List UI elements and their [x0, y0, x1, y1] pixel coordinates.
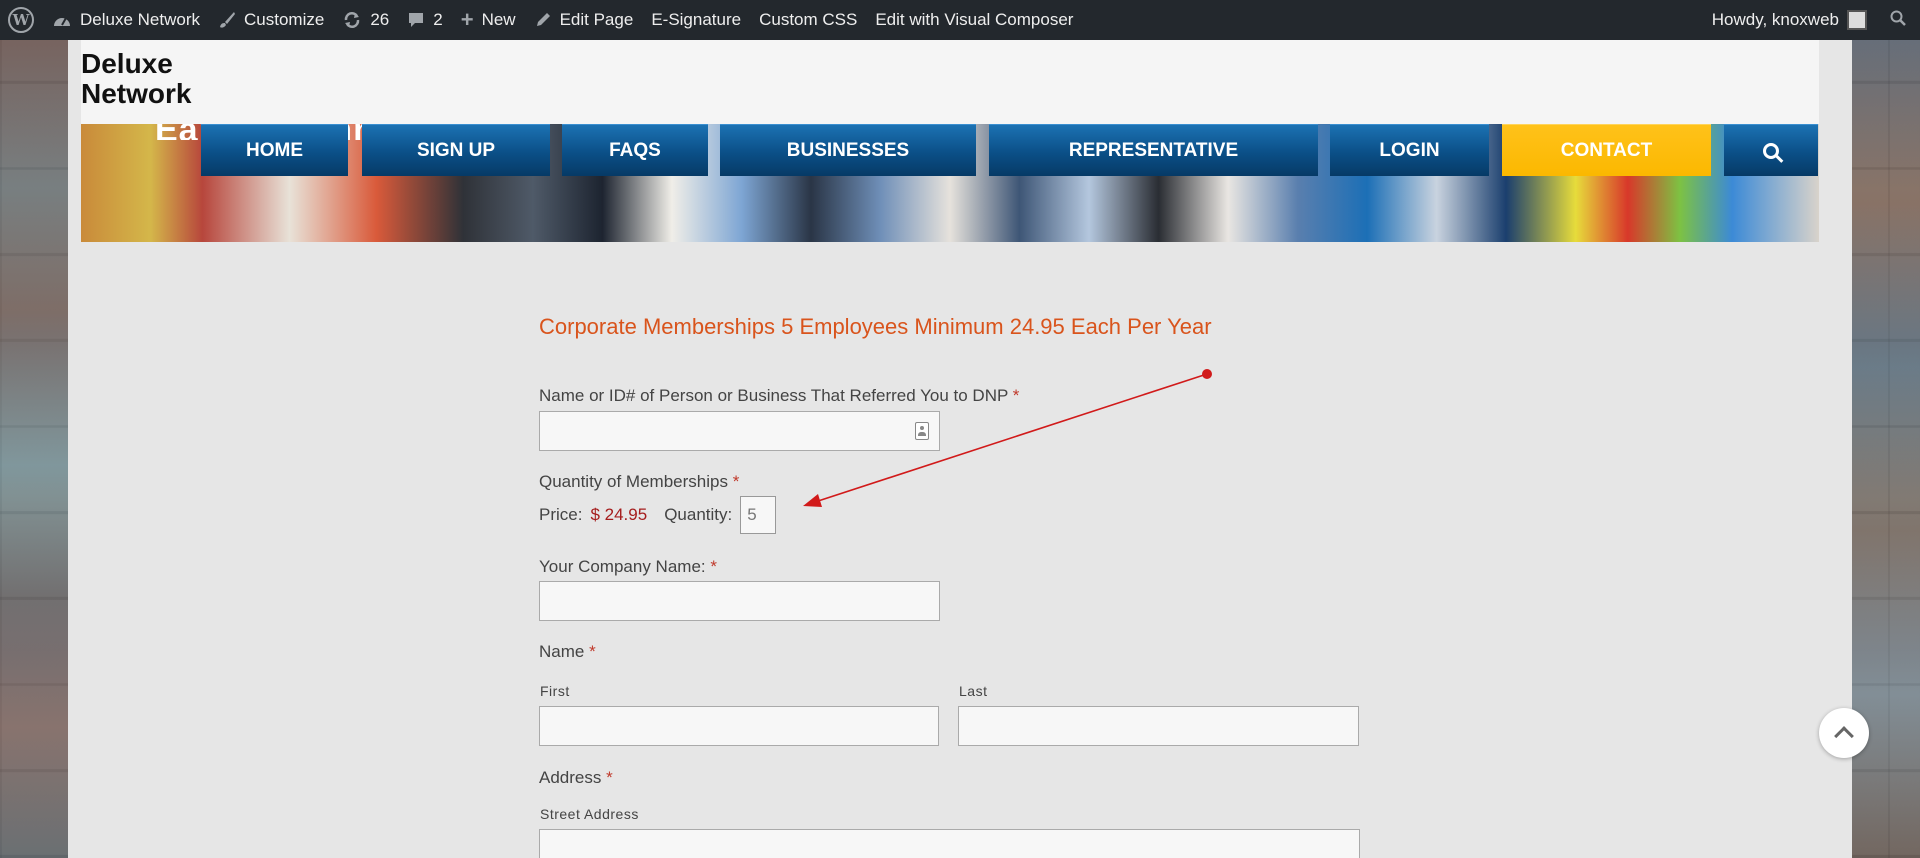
company-label: Your Company Name: *: [539, 557, 717, 577]
required-marker: *: [606, 768, 613, 787]
site-name-menu[interactable]: Deluxe Network: [43, 0, 209, 40]
required-marker: *: [1012, 386, 1020, 405]
quantity-input[interactable]: 5: [740, 496, 777, 534]
quantity-label: Quantity of Memberships *: [539, 472, 739, 492]
updates-link[interactable]: 26: [333, 0, 398, 40]
quantity-text: Quantity:: [664, 505, 733, 524]
last-name-sublabel: Last: [959, 683, 988, 699]
street-address-input[interactable]: [539, 829, 1360, 858]
custom-css-label: Custom CSS: [759, 10, 858, 29]
referrer-input[interactable]: [539, 411, 940, 451]
company-label-text: Your Company Name:: [539, 557, 706, 576]
contact-card-icon: [915, 422, 929, 440]
site-title[interactable]: Deluxe Network: [81, 49, 221, 109]
nav-search-button[interactable]: [1724, 124, 1818, 176]
wordpress-icon: W: [8, 7, 34, 33]
admin-search[interactable]: [1876, 0, 1920, 40]
first-name-sublabel: First: [540, 683, 570, 699]
address-label: Address *: [539, 768, 613, 788]
visual-composer-label: Edit with Visual Composer: [875, 10, 1074, 29]
name-label-text: Name: [539, 642, 585, 661]
chevron-up-icon: [1834, 726, 1854, 746]
logo-area: Deluxe Network: [81, 40, 1819, 124]
comments-count: 2: [433, 10, 443, 29]
required-marker: *: [732, 472, 740, 491]
site-name-label: Deluxe Network: [80, 10, 200, 29]
nav-home[interactable]: HOME: [201, 124, 348, 176]
form-title: Corporate Memberships 5 Employees Minimu…: [539, 314, 1212, 339]
wp-logo-menu[interactable]: W: [0, 0, 43, 40]
howdy-label: Howdy, knoxweb: [1711, 10, 1839, 29]
brush-icon: [218, 11, 236, 29]
referrer-label: Name or ID# of Person or Business That R…: [539, 386, 1019, 406]
nav-contact[interactable]: CONTACT: [1502, 124, 1711, 176]
admin-bar: W Deluxe Network Customize 26 2 + New Ed…: [0, 0, 1920, 40]
esignature-label: E-Signature: [651, 10, 742, 29]
site-title-line1: Deluxe: [81, 48, 173, 79]
my-account-menu[interactable]: Howdy, knoxweb: [1703, 0, 1876, 40]
price-label: Price:: [539, 505, 583, 524]
quantity-label-text: Quantity of Memberships: [539, 472, 728, 491]
search-icon: [1763, 142, 1779, 159]
nav-sign-up[interactable]: SIGN UP: [362, 124, 550, 176]
nav-login[interactable]: LOGIN: [1330, 124, 1489, 176]
esignature-link[interactable]: E-Signature: [642, 0, 750, 40]
price-value: $ 24.95: [590, 505, 648, 524]
custom-css-link[interactable]: Custom CSS: [750, 0, 866, 40]
street-address-sublabel: Street Address: [540, 806, 639, 822]
plus-icon: +: [460, 7, 474, 32]
nav-faqs[interactable]: FAQS: [562, 124, 708, 176]
required-marker: *: [589, 642, 596, 661]
search-icon: [1890, 10, 1906, 31]
customize-label: Customize: [244, 10, 325, 29]
company-input[interactable]: [539, 581, 940, 621]
visual-composer-link[interactable]: Edit with Visual Composer: [866, 0, 1082, 40]
name-label: Name *: [539, 642, 596, 662]
referrer-label-text: Name or ID# of Person or Business That R…: [539, 386, 1009, 405]
nav-businesses[interactable]: BUSINESSES: [720, 124, 976, 176]
edit-page-link[interactable]: Edit Page: [525, 0, 643, 40]
new-content-menu[interactable]: + New: [452, 0, 525, 40]
address-label-text: Address: [539, 768, 602, 787]
site-title-line2: Network: [81, 78, 192, 109]
nav-representative[interactable]: REPRESENTATIVE: [989, 124, 1318, 176]
avatar: [1847, 10, 1867, 30]
customize-link[interactable]: Customize: [209, 0, 333, 40]
refresh-icon: [342, 11, 362, 29]
membership-form: Corporate Memberships 5 Employees Minimu…: [539, 300, 1360, 858]
first-name-input[interactable]: [539, 706, 939, 746]
scroll-to-top-button[interactable]: [1819, 708, 1869, 758]
pencil-icon: [534, 11, 552, 29]
new-label: New: [481, 10, 516, 29]
last-name-input[interactable]: [958, 706, 1359, 746]
comments-link[interactable]: 2: [398, 0, 451, 40]
wood-background-left: [0, 40, 70, 858]
price-line: Price: $ 24.95 Quantity: 5: [539, 496, 777, 534]
comment-icon: [407, 11, 425, 29]
required-marker: *: [710, 557, 717, 576]
dashboard-icon: [52, 12, 72, 28]
edit-page-label: Edit Page: [559, 10, 634, 29]
updates-count: 26: [370, 10, 390, 29]
